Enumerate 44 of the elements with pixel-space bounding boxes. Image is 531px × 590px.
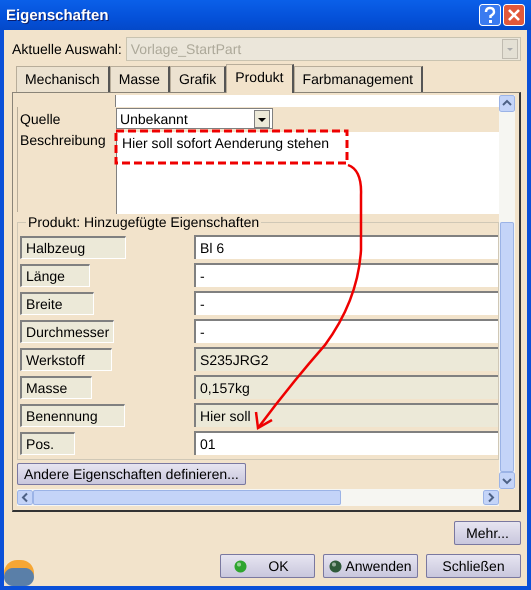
property-field[interactable]: -: [194, 263, 498, 287]
status-dot-icon: [329, 560, 342, 572]
description-field[interactable]: Hier soll sofort Aenderung stehen: [116, 132, 499, 214]
close-icon[interactable]: [503, 4, 525, 26]
tab[interactable]: Grafik: [170, 66, 226, 92]
window-title: Eigenschaften: [6, 6, 109, 24]
property-label: Werkstoff: [20, 348, 112, 370]
property-label: Halbzeug: [20, 236, 126, 258]
scroll-up-icon[interactable]: [499, 95, 515, 112]
help-icon[interactable]: [479, 4, 501, 26]
vertical-scrollbar[interactable]: [499, 95, 515, 489]
apply-button[interactable]: Anwenden: [323, 554, 418, 578]
scroll-right-icon[interactable]: [483, 490, 499, 505]
source-dropdown[interactable]: Unbekannt: [116, 108, 273, 129]
property-label: Masse: [20, 376, 92, 398]
scroll-thumb[interactable]: [500, 222, 514, 472]
property-field[interactable]: 01: [194, 431, 498, 455]
status-dot-icon: [234, 560, 248, 572]
text-field[interactable]: [115, 95, 499, 107]
field-label: Beschreibung: [19, 132, 107, 148]
property-label: Durchmesser: [20, 320, 114, 342]
property-label: Benennung: [20, 404, 125, 426]
property-label: Breite: [20, 292, 94, 314]
tab[interactable]: Mechanisch: [16, 66, 110, 92]
horizontal-scrollbar[interactable]: [17, 489, 499, 506]
scroll-left-icon[interactable]: [17, 490, 33, 505]
property-field[interactable]: -: [194, 291, 498, 315]
close-button[interactable]: Schließen: [426, 554, 521, 578]
selection-label: Aktuelle Auswahl:: [12, 41, 122, 57]
define-properties-button[interactable]: Andere Eigenschaften definieren...: [17, 463, 246, 485]
group-title: Produkt: Hinzugefügte Eigenschaften: [26, 214, 262, 230]
ok-button[interactable]: OK: [220, 554, 315, 578]
tab[interactable]: Farbmanagement: [294, 66, 424, 92]
tab[interactable]: Produkt: [226, 64, 294, 93]
field-label: Quelle: [19, 110, 62, 126]
property-label: Länge: [20, 264, 90, 286]
more-button[interactable]: Mehr...: [454, 521, 521, 545]
scroll-down-icon[interactable]: [499, 472, 515, 489]
scroll-thumb[interactable]: [33, 490, 341, 505]
tab[interactable]: Masse: [110, 66, 170, 92]
property-field[interactable]: -: [194, 319, 498, 343]
property-field[interactable]: Bl 6: [194, 235, 498, 259]
property-label: Pos.: [20, 432, 76, 454]
field-value: Hier soll sofort Aenderung stehen: [122, 135, 330, 151]
